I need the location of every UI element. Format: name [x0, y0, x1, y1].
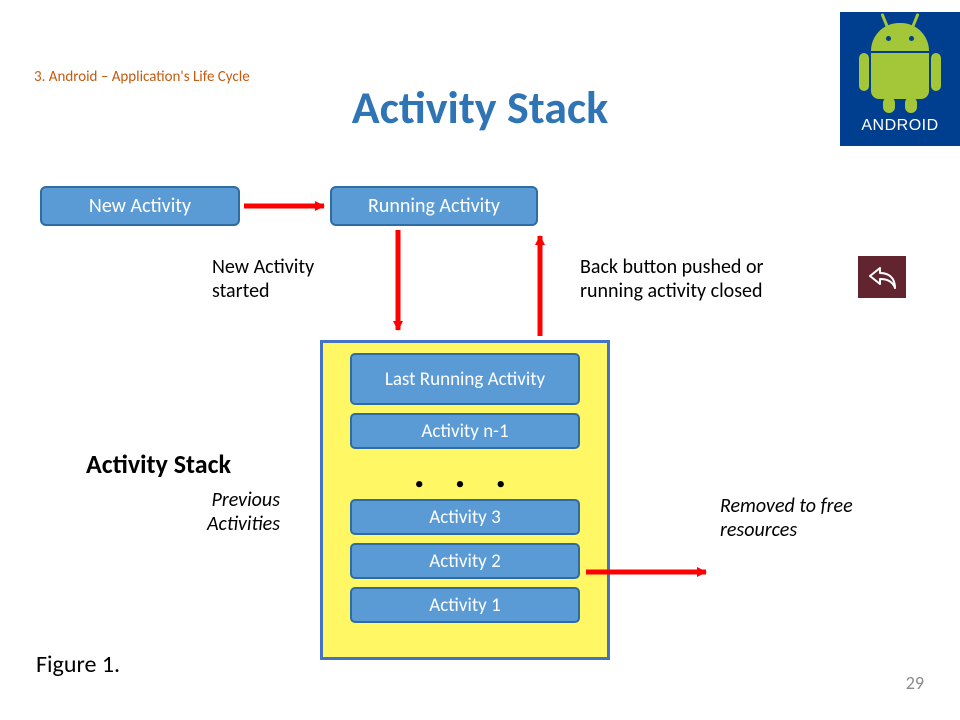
reply-arrow-icon [867, 264, 897, 290]
activity-stack-container: Last Running Activity Activity n-1 . . .… [320, 340, 610, 660]
stack-ellipsis: . . . [414, 459, 517, 489]
stack-item-3: Activity 3 [350, 499, 580, 535]
box-running-activity: Running Activity [330, 186, 538, 226]
box-new-activity: New Activity [40, 186, 240, 226]
caption-new-started: New Activity started [212, 255, 352, 303]
caption-stack-title: Activity Stack [86, 448, 231, 480]
page-title: Activity Stack [0, 80, 960, 136]
android-wordmark: ANDROID [861, 117, 938, 135]
stack-item-n-1: Activity n-1 [350, 413, 580, 449]
figure-label: Figure 1. [36, 650, 120, 679]
stack-item-2: Activity 2 [350, 543, 580, 579]
caption-previous-activities: Previous Activities [170, 488, 280, 536]
android-body-icon [857, 53, 943, 99]
stack-item-last-running: Last Running Activity [350, 353, 580, 405]
caption-back-pushed: Back button pushed or running activity c… [580, 255, 810, 303]
caption-removed: Removed to free resources [720, 494, 890, 542]
reply-badge[interactable] [858, 256, 906, 298]
android-logo: ANDROID [840, 12, 960, 146]
stack-item-1: Activity 1 [350, 587, 580, 623]
android-head-icon [871, 23, 929, 51]
page-number: 29 [906, 672, 924, 694]
